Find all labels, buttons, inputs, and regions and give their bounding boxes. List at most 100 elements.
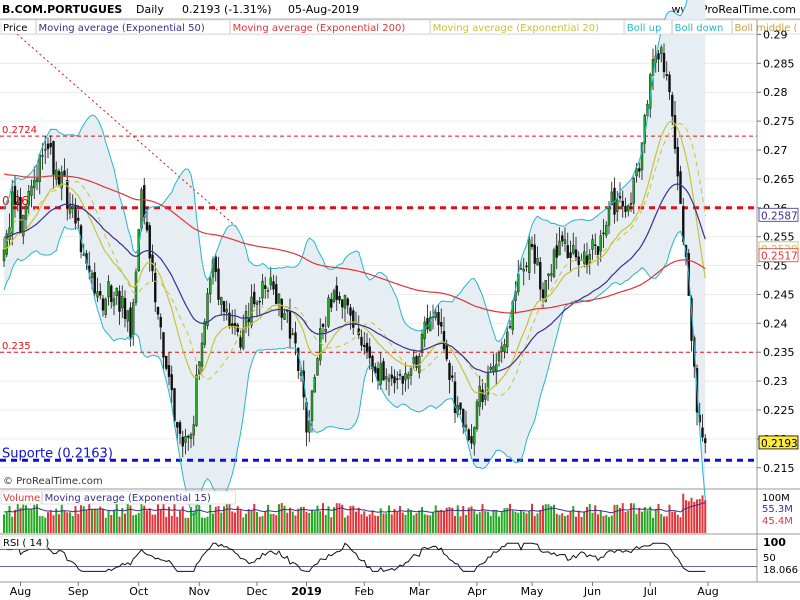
volume-bar — [599, 510, 602, 533]
candle-body — [156, 306, 160, 315]
volume-bar — [583, 511, 586, 533]
rsi-panel: RSI ( 14 ) 100 5018.066 — [0, 535, 798, 576]
candle-body — [550, 273, 553, 276]
y-tick-label: 0.27 — [763, 144, 788, 157]
volume-bar — [346, 515, 349, 533]
candle-body — [467, 429, 470, 441]
volume-bar — [610, 515, 613, 533]
volume-bar — [291, 511, 294, 533]
volume-bar — [520, 510, 522, 533]
volume-bar — [66, 512, 69, 533]
volume-bar — [19, 507, 22, 533]
candle-body — [561, 235, 564, 242]
volume-bar — [484, 510, 487, 533]
candle-body — [577, 256, 580, 265]
volume-bar — [302, 506, 305, 533]
volume-bar — [627, 510, 630, 533]
volume-bar — [608, 516, 610, 533]
candle-body — [596, 246, 600, 256]
candle-body — [627, 205, 630, 212]
legend-item: Moving average (Exponential 50) — [39, 23, 205, 34]
candle-body — [159, 317, 162, 328]
candle-body — [481, 389, 484, 403]
candle-body — [533, 244, 536, 264]
candle-body — [2, 249, 6, 262]
volume-bar — [528, 511, 531, 533]
candle-body — [137, 229, 140, 271]
candle-body — [294, 332, 297, 344]
volume-bar — [228, 503, 231, 533]
volume-bar — [368, 514, 371, 533]
candle-body — [154, 272, 157, 303]
volume-bar — [121, 507, 124, 533]
volume-bar — [305, 511, 308, 533]
candle-body — [470, 436, 473, 444]
candle-body — [404, 373, 407, 381]
volume-bar — [294, 515, 297, 533]
volume-bar — [192, 512, 195, 533]
volume-bar — [542, 505, 544, 533]
volume-bar — [388, 505, 390, 533]
candle-body — [134, 271, 138, 303]
volume-bar — [352, 505, 355, 533]
candle-body — [528, 239, 531, 273]
volume-bar — [324, 514, 327, 533]
candle-body — [44, 149, 47, 151]
candle-body — [57, 171, 61, 185]
candle-body — [464, 424, 468, 428]
volume-bar — [179, 511, 181, 533]
volume-bar — [236, 506, 239, 533]
candle-body — [178, 422, 182, 434]
volume-bar — [437, 510, 440, 533]
candle-body — [272, 281, 275, 290]
volume-legend-item: Volume — [3, 493, 40, 504]
volume-bar — [685, 500, 687, 533]
candle-body — [68, 205, 72, 214]
candle-body — [632, 177, 635, 204]
volume-bar — [440, 509, 443, 533]
volume-bar — [278, 504, 280, 533]
candle-body — [123, 298, 127, 319]
candle-body — [121, 296, 124, 309]
candle-body — [605, 225, 608, 236]
candle-body — [412, 357, 415, 364]
volume-bar — [385, 513, 388, 533]
candle-body — [665, 74, 668, 76]
candle-body — [275, 284, 278, 305]
candle-body — [60, 172, 63, 189]
candle-body — [258, 300, 261, 303]
volume-bar — [137, 512, 140, 533]
candle-body — [539, 262, 542, 290]
candle-body — [66, 180, 69, 208]
candle-body — [360, 336, 363, 346]
candle-body — [129, 307, 132, 338]
volume-bar — [173, 502, 176, 533]
volume-bar — [390, 514, 393, 533]
price-tag: 0.2517 — [761, 251, 798, 263]
volume-bar — [355, 511, 357, 533]
candle-body — [126, 310, 129, 322]
x-tick-label: Sep — [68, 585, 89, 598]
volume-bar — [85, 510, 88, 533]
candle-body — [107, 281, 110, 298]
volume-bar — [489, 515, 492, 533]
volume-bar — [30, 509, 33, 533]
volume-bar — [319, 511, 322, 533]
period-label: Daily — [136, 3, 164, 16]
candle-body — [638, 168, 641, 172]
candle-body — [321, 324, 325, 328]
y-tick-label: 0.235 — [763, 346, 795, 359]
candle-body — [503, 344, 506, 352]
candle-body — [148, 225, 151, 259]
candle-body — [283, 313, 286, 320]
volume-bar — [115, 503, 118, 533]
candle-body — [475, 401, 479, 430]
candle-body — [662, 53, 666, 73]
candle-body — [363, 345, 366, 348]
volume-bar — [687, 501, 690, 533]
volume-bar — [245, 513, 247, 533]
volume-bar — [588, 504, 591, 533]
volume-panel: Volume Moving average (Exponential 15) 100… — [0, 490, 793, 533]
candle-body — [30, 185, 33, 196]
volume-bar — [374, 515, 377, 533]
